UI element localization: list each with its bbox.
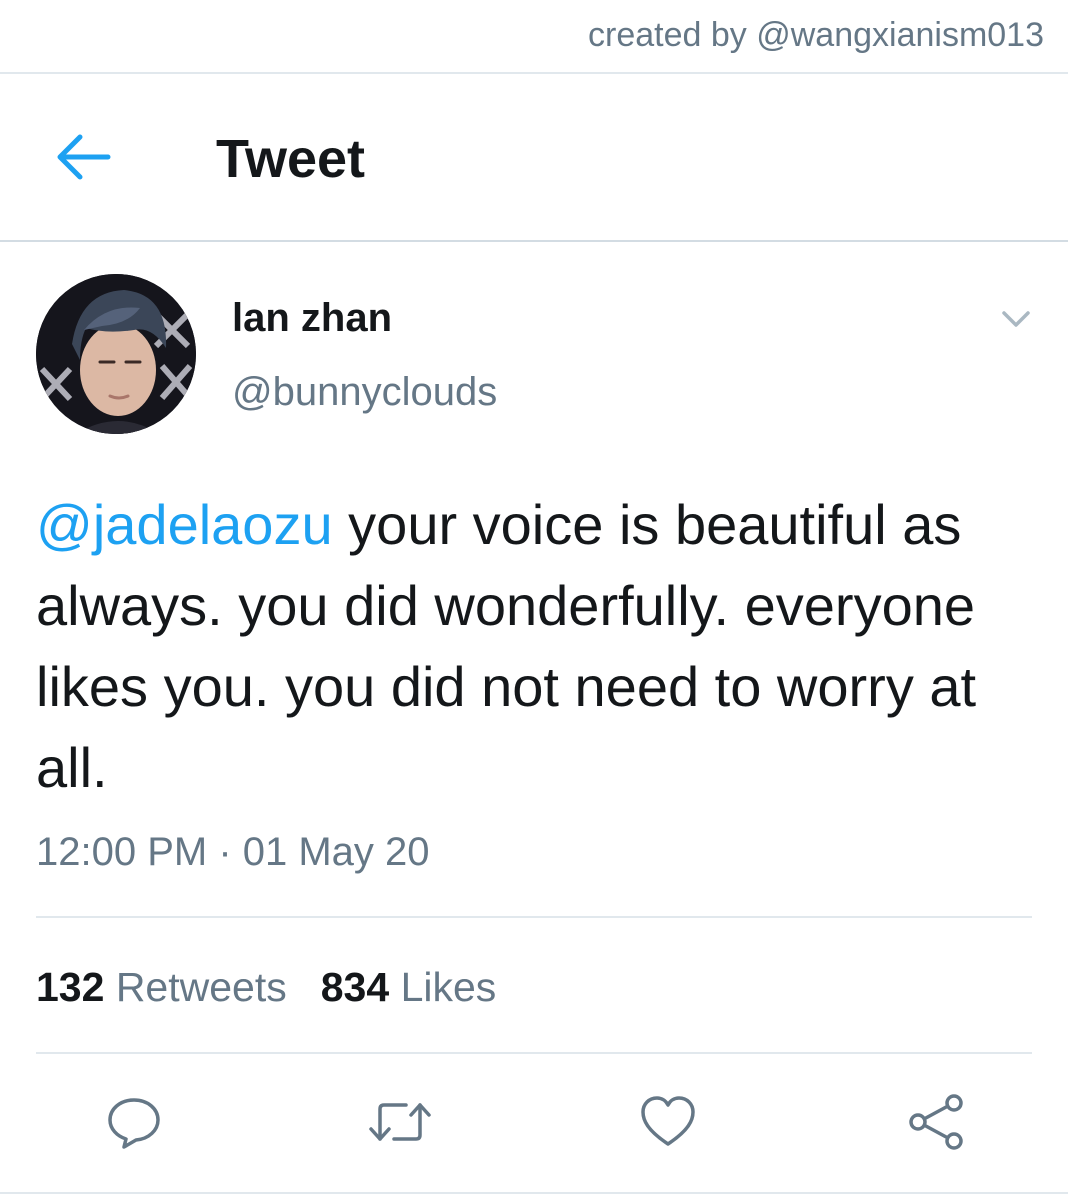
divider xyxy=(36,916,1032,918)
tweet-timestamp[interactable]: 12:00 PM · 01 May 20 xyxy=(36,830,430,875)
more-options-button[interactable] xyxy=(996,302,1036,336)
avatar[interactable] xyxy=(36,274,196,434)
mention-link[interactable]: @jadelaozu xyxy=(36,493,333,556)
profile-photo xyxy=(36,274,196,434)
chevron-down-icon xyxy=(1002,311,1030,327)
retweet-icon xyxy=(369,1103,431,1141)
credit-text: created by @wangxianism013 xyxy=(588,16,1044,54)
tweet-text: @jadelaozu your voice is beautiful as al… xyxy=(36,484,1046,808)
credit-bar: created by @wangxianism013 xyxy=(0,0,1068,74)
reply-button[interactable] xyxy=(102,1090,166,1154)
retweets-stat[interactable]: 132 Retweets xyxy=(36,964,287,1010)
page-title: Tweet xyxy=(216,129,366,189)
arrow-left-icon xyxy=(57,134,111,180)
top-app-bar: Tweet xyxy=(0,74,1068,242)
divider xyxy=(0,1192,1068,1194)
likes-count: 834 xyxy=(320,964,390,1010)
reply-icon xyxy=(108,1098,160,1149)
back-button[interactable] xyxy=(52,131,114,183)
divider xyxy=(36,1052,1032,1054)
likes-stat[interactable]: 834 Likes xyxy=(321,964,497,1010)
author-handle[interactable]: @bunnyclouds xyxy=(232,370,497,415)
author-name[interactable]: lan zhan xyxy=(232,296,392,341)
likes-label: Likes xyxy=(400,964,497,1010)
retweets-label: Retweets xyxy=(115,964,287,1010)
tweet-stats: 132 Retweets 834 Likes xyxy=(36,964,496,1011)
share-icon xyxy=(909,1094,963,1150)
share-button[interactable] xyxy=(904,1090,968,1154)
retweet-button[interactable] xyxy=(368,1090,432,1154)
like-button[interactable] xyxy=(636,1090,700,1154)
retweets-count: 132 xyxy=(36,964,105,1010)
like-icon xyxy=(641,1096,695,1146)
